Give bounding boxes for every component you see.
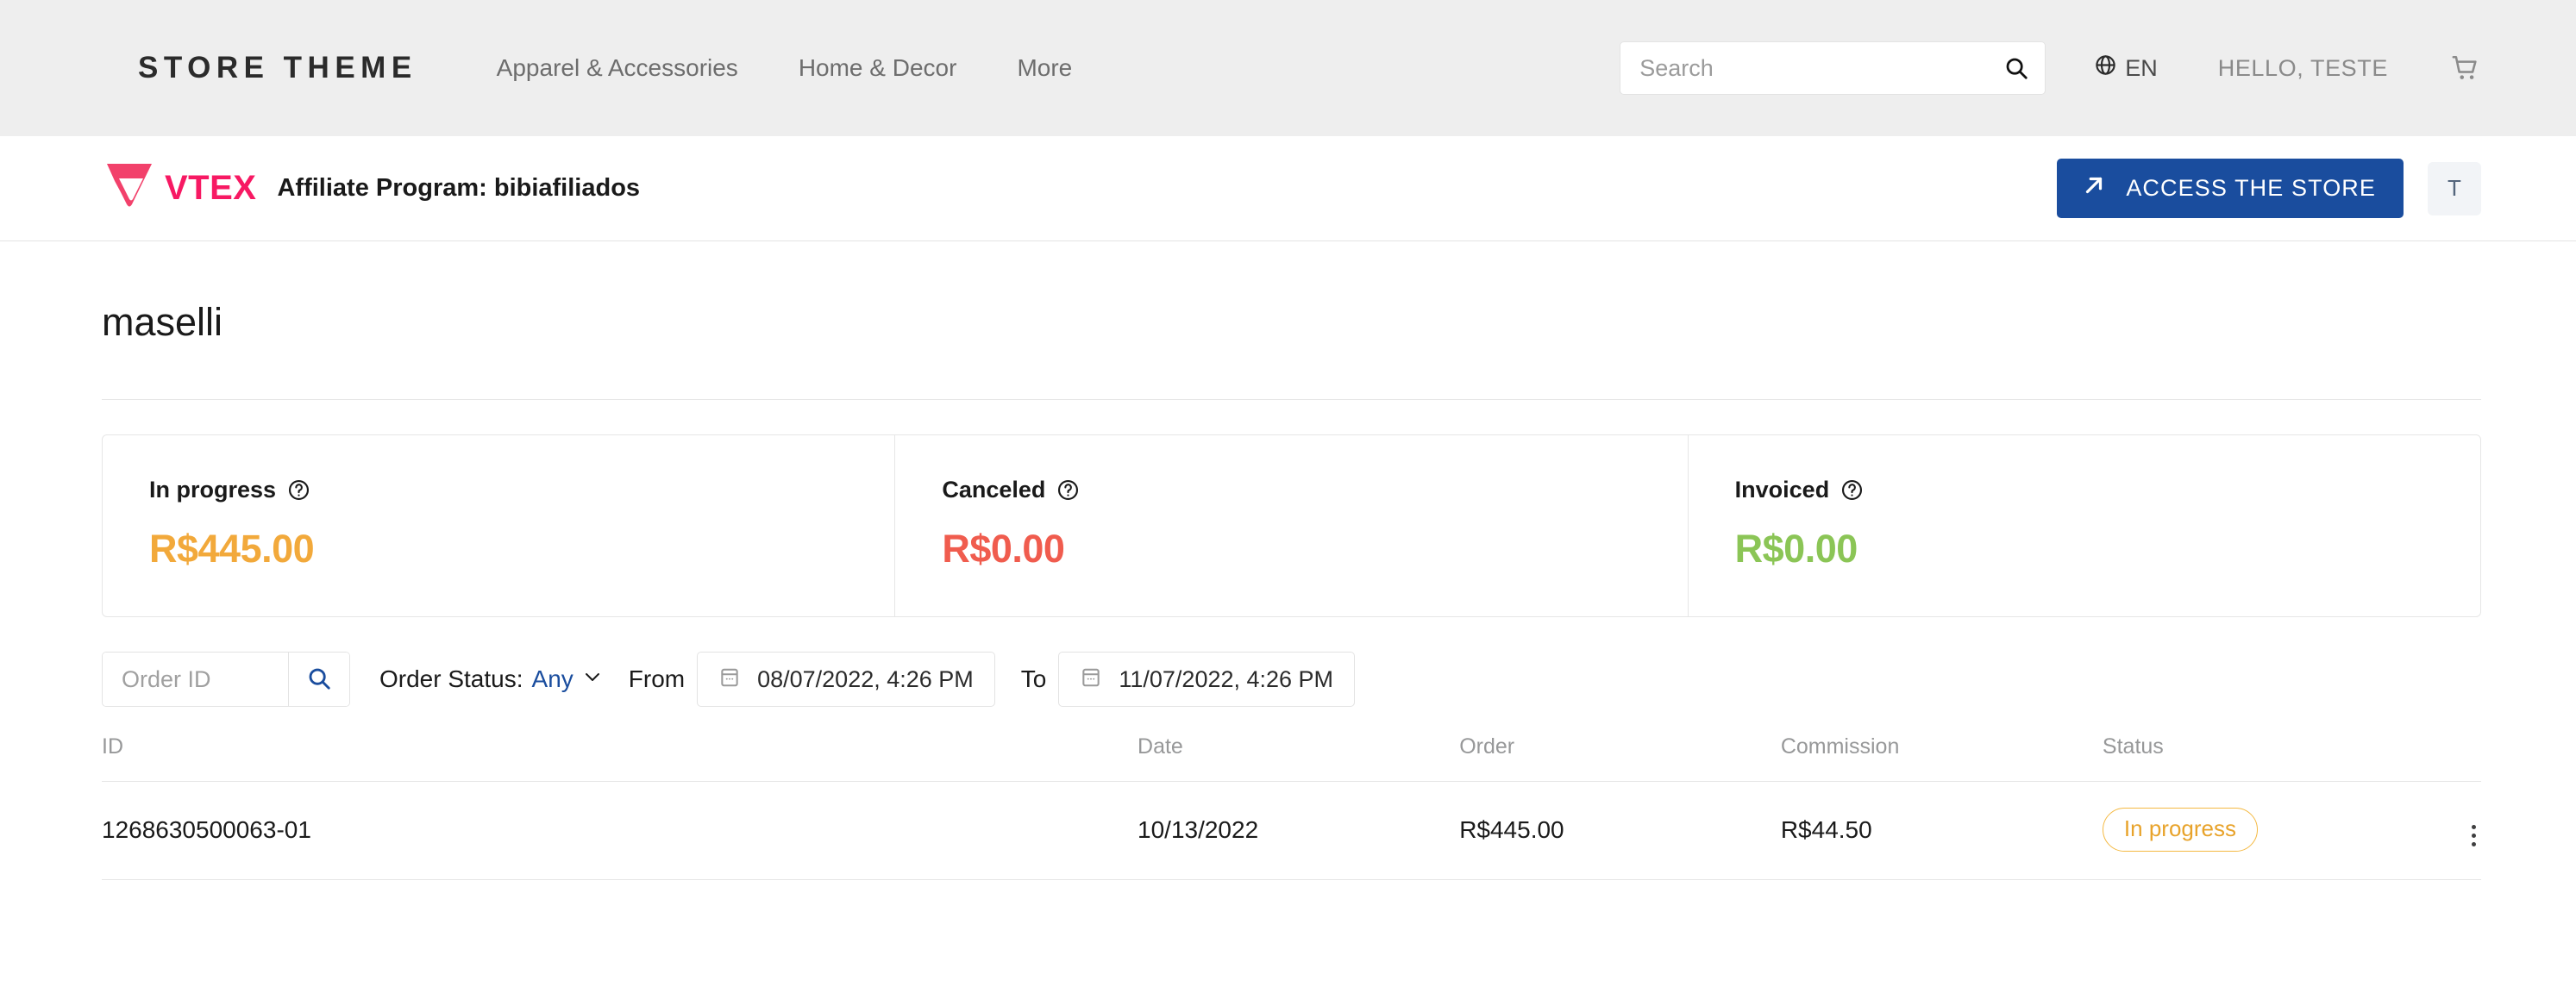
orders-table: ID Date Order Commission Status 12686305… bbox=[102, 734, 2481, 880]
card-canceled: Canceled R$0.00 bbox=[895, 435, 1689, 616]
cell-order-id: 1268630500063-01 bbox=[102, 781, 1138, 880]
calendar-icon bbox=[1080, 665, 1102, 693]
calendar-icon bbox=[718, 665, 741, 693]
help-circle-icon[interactable] bbox=[1840, 478, 1864, 502]
card-invoiced-value: R$0.00 bbox=[1734, 527, 1858, 571]
order-status-label: Order Status: bbox=[379, 665, 523, 692]
vtex-mark-icon bbox=[102, 159, 157, 217]
cart-icon[interactable] bbox=[2450, 53, 2481, 83]
to-label: To bbox=[1020, 665, 1047, 692]
from-label: From bbox=[628, 665, 686, 692]
order-id-input[interactable] bbox=[103, 653, 288, 706]
order-id-search-button[interactable] bbox=[288, 653, 349, 706]
card-canceled-label: Canceled bbox=[942, 477, 1046, 503]
cell-actions bbox=[2466, 781, 2481, 880]
search-icon bbox=[306, 665, 332, 694]
search-icon[interactable] bbox=[2003, 55, 2029, 81]
column-header-status[interactable]: Status bbox=[2102, 734, 2466, 782]
summary-cards: In progress R$445.00 Canceled R$0.00 Inv… bbox=[102, 434, 2481, 617]
orders-table-body: 1268630500063-01 10/13/2022 R$445.00 R$4… bbox=[102, 781, 2481, 880]
nav-item-home-decor[interactable]: Home & Decor bbox=[799, 54, 957, 82]
card-canceled-head: Canceled bbox=[942, 477, 1687, 503]
cell-order-date: 10/13/2022 bbox=[1138, 781, 1460, 880]
card-in-progress-label: In progress bbox=[149, 477, 277, 503]
globe-icon bbox=[2094, 53, 2117, 83]
access-the-store-label: ACCESS THE STORE bbox=[2126, 175, 2376, 201]
language-selector[interactable]: EN bbox=[2094, 53, 2158, 83]
user-avatar-button[interactable]: T bbox=[2428, 161, 2481, 215]
admin-bar-actions: ACCESS THE STORE T bbox=[2057, 159, 2481, 218]
storefront-header: STORE THEME Apparel & Accessories Home &… bbox=[0, 0, 2576, 136]
help-circle-icon[interactable] bbox=[1056, 478, 1080, 502]
help-circle-icon[interactable] bbox=[287, 478, 310, 502]
to-date-field[interactable]: 11/07/2022, 4:26 PM bbox=[1058, 652, 1356, 707]
order-status-value: Any bbox=[531, 665, 573, 692]
card-in-progress-value: R$445.00 bbox=[149, 527, 315, 571]
storefront-nav: Apparel & Accessories Home & Decor More bbox=[497, 54, 1073, 82]
cell-status: In progress bbox=[2102, 781, 2466, 880]
card-in-progress-head: In progress bbox=[149, 477, 894, 503]
card-invoiced-head: Invoiced bbox=[1735, 477, 2480, 503]
to-date-value: 11/07/2022, 4:26 PM bbox=[1119, 665, 1334, 692]
affiliate-admin-bar: VTEX Affiliate Program: bibiafiliados AC… bbox=[0, 136, 2576, 241]
card-invoiced-label: Invoiced bbox=[1734, 477, 1830, 503]
header-right-group: EN HELLO, TESTE bbox=[1620, 41, 2481, 95]
affiliate-program-title: Affiliate Program: bibiafiliados bbox=[277, 174, 641, 202]
table-row[interactable]: 1268630500063-01 10/13/2022 R$445.00 R$4… bbox=[102, 781, 2481, 880]
from-date-field[interactable]: 08/07/2022, 4:26 PM bbox=[697, 652, 995, 707]
column-header-actions bbox=[2466, 734, 2481, 782]
title-divider bbox=[102, 399, 2481, 400]
kebab-menu-icon[interactable] bbox=[2466, 820, 2481, 852]
chevron-down-icon bbox=[582, 665, 603, 693]
cell-commission-value: R$44.50 bbox=[1780, 781, 2103, 880]
filters-bar: Order Status: Any From 08/07/2022, 4:26 … bbox=[102, 652, 2481, 707]
cell-order-value: R$445.00 bbox=[1459, 781, 1781, 880]
search-input[interactable] bbox=[1639, 54, 2004, 82]
vtex-logo[interactable]: VTEX bbox=[102, 159, 256, 217]
store-logo[interactable]: STORE THEME bbox=[138, 51, 417, 85]
from-date-value: 08/07/2022, 4:26 PM bbox=[757, 665, 974, 692]
column-header-commission[interactable]: Commission bbox=[1780, 734, 2103, 782]
card-invoiced: Invoiced R$0.00 bbox=[1689, 435, 2480, 616]
column-header-id[interactable]: ID bbox=[102, 734, 1138, 782]
access-the-store-button[interactable]: ACCESS THE STORE bbox=[2057, 159, 2404, 218]
column-header-date[interactable]: Date bbox=[1138, 734, 1460, 782]
status-badge: In progress bbox=[2102, 808, 2258, 852]
order-id-filter bbox=[102, 652, 350, 707]
table-header-row: ID Date Order Commission Status bbox=[102, 734, 2481, 782]
page-content: maselli In progress R$445.00 Canceled R$… bbox=[0, 241, 2576, 880]
nav-item-more[interactable]: More bbox=[1017, 54, 1072, 82]
nav-item-apparel[interactable]: Apparel & Accessories bbox=[497, 54, 738, 82]
account-greeting[interactable]: HELLO, TESTE bbox=[2218, 55, 2388, 82]
card-in-progress: In progress R$445.00 bbox=[103, 435, 896, 616]
arrow-up-right-icon bbox=[2081, 172, 2107, 204]
orders-table-head: ID Date Order Commission Status bbox=[102, 734, 2481, 782]
search-box[interactable] bbox=[1620, 41, 2046, 95]
order-status-filter[interactable]: Order Status: Any bbox=[379, 665, 603, 693]
card-canceled-value: R$0.00 bbox=[942, 527, 1065, 571]
column-header-order[interactable]: Order bbox=[1459, 734, 1781, 782]
vtex-wordmark: VTEX bbox=[165, 169, 257, 207]
language-label: EN bbox=[2125, 54, 2158, 81]
page-title: maselli bbox=[102, 300, 223, 344]
